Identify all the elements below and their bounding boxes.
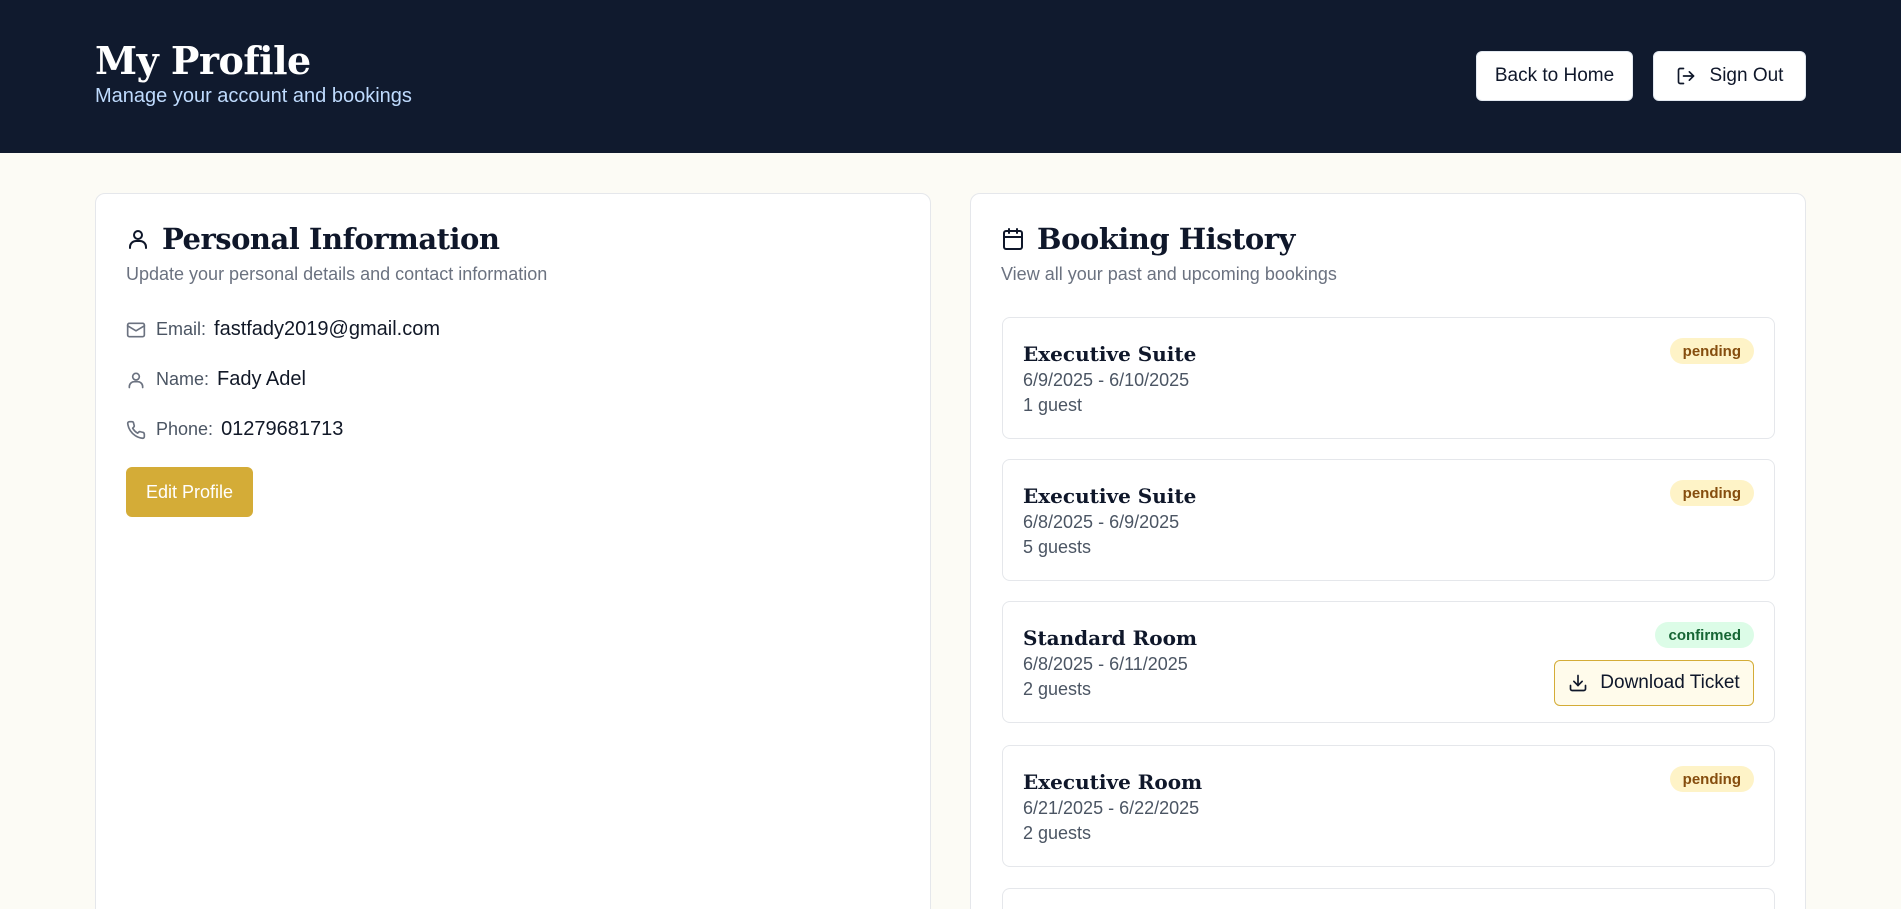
calendar-icon [1001, 227, 1025, 251]
booking-item: confirmed [1002, 888, 1775, 909]
booking-dates: 6/8/2025 - 6/9/2025 [1023, 512, 1180, 532]
phone-label: Phone: [156, 419, 214, 439]
personal-information-card: Personal Information Update your persona… [95, 193, 931, 909]
status-badge: pending [1669, 766, 1754, 792]
name-row: Name: Fady Adel [126, 368, 306, 391]
booking-room: Executive Room [1023, 770, 1203, 794]
booking-history-title: Booking History [1037, 222, 1295, 256]
booking-room: Standard Room [1023, 626, 1198, 650]
edit-profile-button[interactable]: Edit Profile [126, 467, 253, 517]
download-icon [1568, 673, 1588, 693]
mail-icon [126, 320, 146, 340]
booking-history-description: View all your past and upcoming bookings [1001, 264, 1337, 284]
booking-history-heading: Booking History [1001, 222, 1295, 256]
booking-room: Executive Suite [1023, 484, 1197, 508]
status-badge: pending [1669, 480, 1754, 506]
name-value: Fady Adel [217, 368, 306, 390]
personal-information-heading: Personal Information [126, 222, 500, 256]
download-ticket-label: Download Ticket [1600, 672, 1740, 693]
booking-guests: 1 guest [1023, 395, 1083, 415]
name-label: Name: [156, 369, 210, 389]
booking-guests: 2 guests [1023, 823, 1092, 843]
back-to-home-button[interactable]: Back to Home [1476, 51, 1633, 101]
booking-history-card: Booking History View all your past and u… [970, 193, 1806, 909]
phone-icon [126, 420, 146, 440]
booking-guests: 5 guests [1023, 537, 1092, 557]
status-badge: pending [1669, 338, 1754, 364]
booking-guests: 2 guests [1023, 679, 1092, 699]
download-ticket-button[interactable]: Download Ticket [1554, 660, 1754, 706]
page-subtitle: Manage your account and bookings [95, 85, 412, 107]
booking-dates: 6/9/2025 - 6/10/2025 [1023, 370, 1190, 390]
booking-room: Executive Suite [1023, 342, 1197, 366]
booking-item: Executive Suite 6/9/2025 - 6/10/2025 1 g… [1002, 317, 1775, 439]
booking-dates: 6/8/2025 - 6/11/2025 [1023, 654, 1188, 674]
phone-row: Phone: 01279681713 [126, 418, 343, 441]
sign-out-label: Sign Out [1709, 65, 1784, 86]
status-badge: confirmed [1655, 622, 1754, 648]
page-title: My Profile [95, 38, 311, 83]
booking-dates: 6/21/2025 - 6/22/2025 [1023, 798, 1200, 818]
user-icon [126, 227, 150, 251]
sign-out-button[interactable]: Sign Out [1653, 51, 1806, 101]
page-header: My Profile Manage your account and booki… [0, 0, 1901, 153]
email-value: fastfady2019@gmail.com [214, 318, 440, 340]
booking-item: Executive Suite 6/8/2025 - 6/9/2025 5 gu… [1002, 459, 1775, 581]
phone-value: 01279681713 [221, 418, 344, 440]
user-small-icon [126, 370, 146, 390]
booking-item: Standard Room 6/8/2025 - 6/11/2025 2 gue… [1002, 601, 1775, 723]
booking-item: Executive Room 6/21/2025 - 6/22/2025 2 g… [1002, 745, 1775, 867]
email-label: Email: [156, 319, 207, 339]
back-to-home-label: Back to Home [1494, 65, 1615, 86]
sign-out-icon [1676, 66, 1696, 86]
email-row: Email: fastfady2019@gmail.com [126, 318, 440, 341]
personal-information-title: Personal Information [162, 222, 500, 256]
personal-information-description: Update your personal details and contact… [126, 264, 548, 284]
